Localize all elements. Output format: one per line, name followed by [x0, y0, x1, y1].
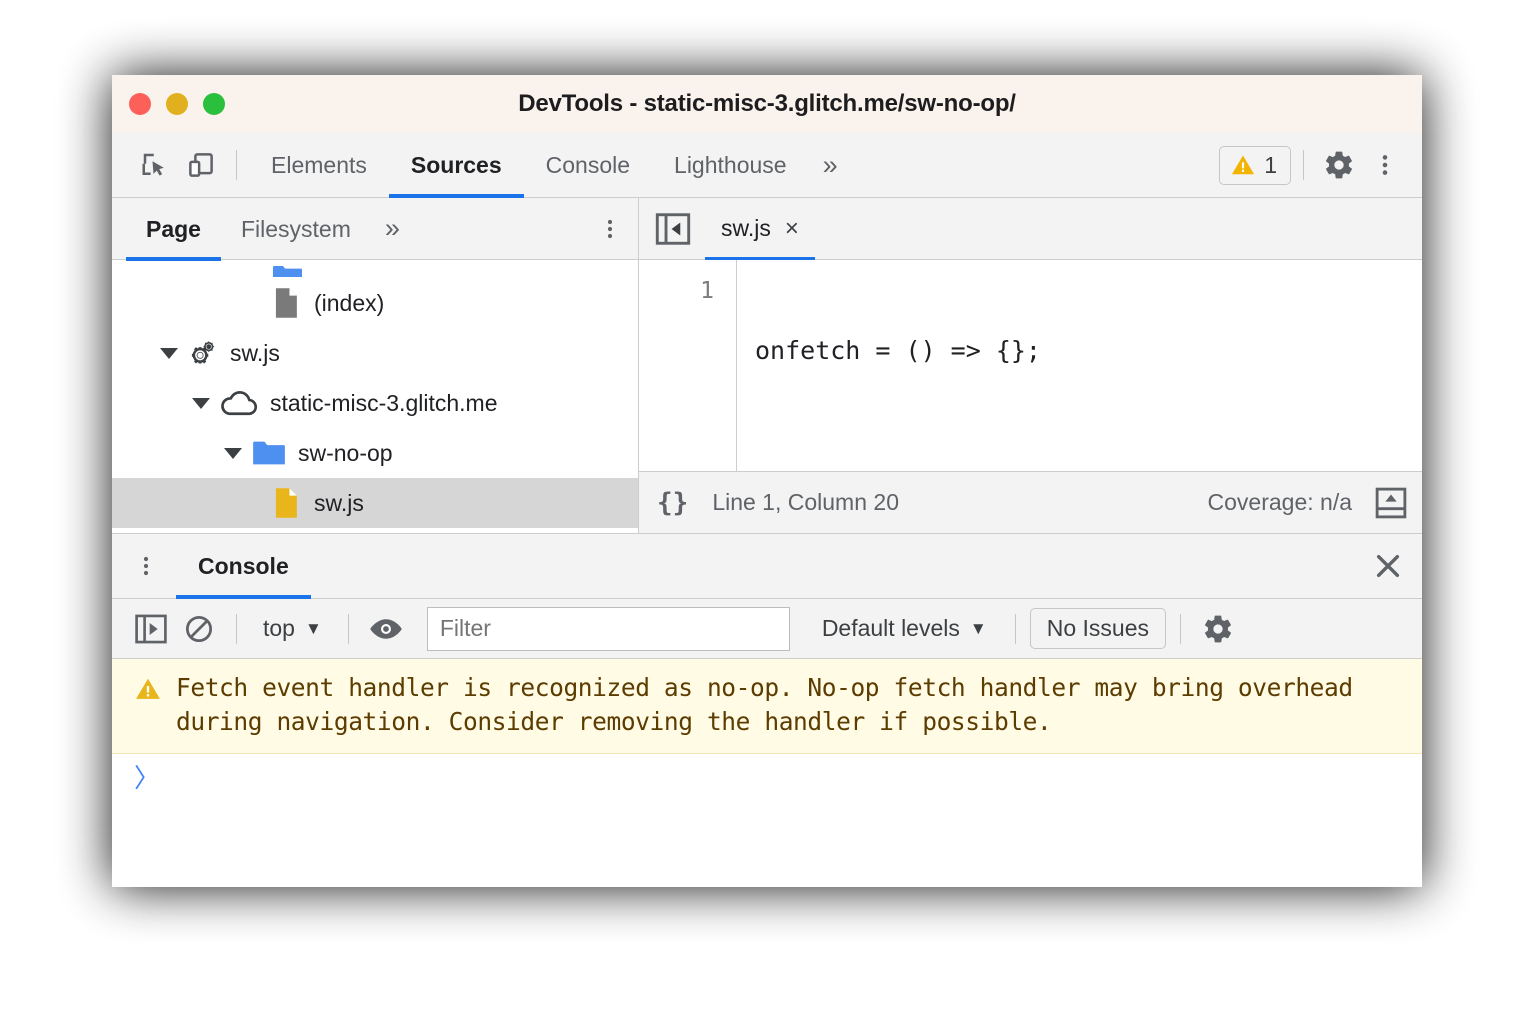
close-window-button[interactable]: [129, 93, 151, 115]
file-script-yellow-icon: [272, 488, 302, 518]
more-panels-icon[interactable]: »: [809, 150, 852, 181]
folder-blue-icon: [273, 266, 302, 277]
window-title: DevTools - static-misc-3.glitch.me/sw-no…: [518, 90, 1016, 117]
code-content[interactable]: onfetch = () => {};: [737, 260, 1422, 471]
minimize-window-button[interactable]: [166, 93, 188, 115]
navigator-tab-filesystem[interactable]: Filesystem: [221, 198, 371, 260]
service-worker-gears-icon: [188, 338, 218, 368]
screenshot-stage: DevTools - static-misc-3.glitch.me/sw-no…: [0, 0, 1532, 1032]
navigator-tabbar: Page Filesystem »: [112, 198, 638, 261]
pretty-print-icon[interactable]: {}: [657, 488, 688, 518]
disclosure-triangle-open-icon[interactable]: [160, 347, 178, 359]
disclosure-triangle-open-icon[interactable]: [192, 397, 210, 409]
tree-item-label: sw-no-op: [298, 439, 393, 466]
drawer-tabbar: Console: [112, 534, 1422, 599]
tree-item-label: static-misc-3.glitch.me: [270, 389, 498, 416]
file-tree: (index) sw.js static-misc-3.glitch.me sw…: [112, 260, 638, 533]
file-document-icon: [272, 288, 302, 318]
device-toolbar-icon[interactable]: [178, 142, 224, 188]
toolbar-divider: [236, 150, 237, 180]
editor-pane: sw.js × 1 onfetch = () => {}; {} Line 1,…: [639, 198, 1422, 533]
editor-tabbar: sw.js ×: [639, 198, 1422, 261]
coverage-label: Coverage: n/a: [1207, 489, 1352, 515]
tree-row[interactable]: sw-no-op: [112, 428, 638, 478]
console-message-warning[interactable]: Fetch event handler is recognized as no-…: [112, 659, 1422, 754]
devtools-window: DevTools - static-misc-3.glitch.me/sw-no…: [112, 75, 1422, 887]
console-toolbar: top ▼ Default levels ▼ No Iss: [112, 599, 1422, 659]
tab-lighthouse[interactable]: Lighthouse: [652, 133, 809, 198]
tree-item-label: sw.js: [230, 339, 280, 366]
editor-tab-label: sw.js: [721, 215, 771, 241]
close-icon[interactable]: ×: [785, 215, 799, 243]
warning-count-badge[interactable]: 1: [1219, 145, 1291, 185]
close-drawer-icon[interactable]: [1372, 550, 1404, 582]
navigator-menu-dots-icon[interactable]: [598, 217, 622, 241]
gear-icon[interactable]: [1316, 142, 1362, 188]
tree-row[interactable]: static-misc-3.glitch.me: [112, 378, 638, 428]
execution-context-label: top: [263, 615, 295, 641]
console-divider-4: [1179, 613, 1181, 644]
warning-count-label: 1: [1264, 151, 1277, 178]
console-divider-2: [347, 613, 349, 644]
folder-blue-icon: [252, 438, 286, 468]
main-menu-dots-icon[interactable]: [1362, 142, 1408, 188]
tree-row[interactable]: sw.js: [112, 478, 638, 528]
toolbar-right-group: 1: [1219, 142, 1408, 188]
console-settings-gear-icon[interactable]: [1195, 606, 1241, 652]
console-message-list: Fetch event handler is recognized as no-…: [112, 659, 1422, 887]
chevron-down-icon: ▼: [304, 618, 322, 638]
log-levels-label: Default levels: [821, 615, 960, 641]
tab-sources[interactable]: Sources: [388, 133, 524, 198]
devtools-main-toolbar: Elements Sources Console Lighthouse » 1: [112, 133, 1422, 198]
navigator-tab-page[interactable]: Page: [126, 198, 221, 261]
window-titlebar: DevTools - static-misc-3.glitch.me/sw-no…: [112, 75, 1422, 133]
console-divider-3: [1014, 613, 1016, 644]
console-input-prompt[interactable]: 〉: [112, 754, 1422, 792]
code-line: onfetch = () => {};: [755, 336, 1041, 365]
editor-tab-sw-js[interactable]: sw.js ×: [705, 198, 815, 261]
console-drawer: Console top ▼ Filter Default levels ▼ No…: [112, 533, 1422, 887]
clear-console-icon[interactable]: [176, 606, 222, 652]
navigator-more-tabs-icon[interactable]: »: [371, 213, 414, 244]
collapse-navigator-icon[interactable]: [655, 212, 691, 245]
live-expression-eye-icon[interactable]: [363, 606, 409, 652]
warning-triangle-icon: [136, 678, 160, 699]
console-divider-1: [236, 613, 237, 644]
warning-triangle-icon: [1232, 155, 1255, 175]
maximize-window-button[interactable]: [203, 93, 225, 115]
drawer-menu-dots-icon[interactable]: [126, 554, 166, 578]
panel-tabs: Elements Sources Console Lighthouse »: [249, 133, 852, 198]
execution-context-selector[interactable]: top ▼: [251, 615, 334, 642]
console-message-text: Fetch event handler is recognized as no-…: [176, 673, 1353, 736]
console-sidebar-icon[interactable]: [128, 606, 174, 652]
tree-item-label: (index): [314, 289, 385, 316]
line-number: 1: [700, 278, 714, 304]
traffic-lights: [129, 75, 225, 133]
tree-row-clipped: [112, 260, 638, 278]
editor-status-bar: {} Line 1, Column 20 Coverage: n/a: [639, 471, 1422, 533]
log-levels-selector[interactable]: Default levels ▼: [808, 615, 1001, 642]
toolbar-divider-2: [1303, 150, 1304, 180]
tab-elements[interactable]: Elements: [249, 133, 389, 198]
show-drawer-icon[interactable]: [1374, 486, 1408, 520]
prompt-chevron-icon: 〉: [134, 763, 161, 794]
issues-button[interactable]: No Issues: [1029, 608, 1166, 649]
inspect-element-icon[interactable]: [132, 142, 178, 188]
tab-console[interactable]: Console: [524, 133, 652, 198]
sources-panel: Page Filesystem » (index) sw.js static-m…: [112, 198, 1422, 533]
line-number-gutter: 1: [639, 260, 737, 471]
cursor-position-label: Line 1, Column 20: [712, 489, 899, 515]
disclosure-triangle-open-icon[interactable]: [224, 447, 242, 459]
console-filter-input[interactable]: [426, 606, 790, 651]
chevron-down-icon: ▼: [969, 618, 987, 638]
tree-item-label: sw.js: [314, 489, 364, 516]
drawer-tab-console[interactable]: Console: [176, 534, 311, 599]
tree-row[interactable]: (index): [112, 278, 638, 328]
tree-row[interactable]: sw.js: [112, 328, 638, 378]
navigator-pane: Page Filesystem » (index) sw.js static-m…: [112, 198, 639, 533]
code-editor[interactable]: 1 onfetch = () => {};: [639, 260, 1422, 471]
cloud-icon: [220, 388, 258, 418]
